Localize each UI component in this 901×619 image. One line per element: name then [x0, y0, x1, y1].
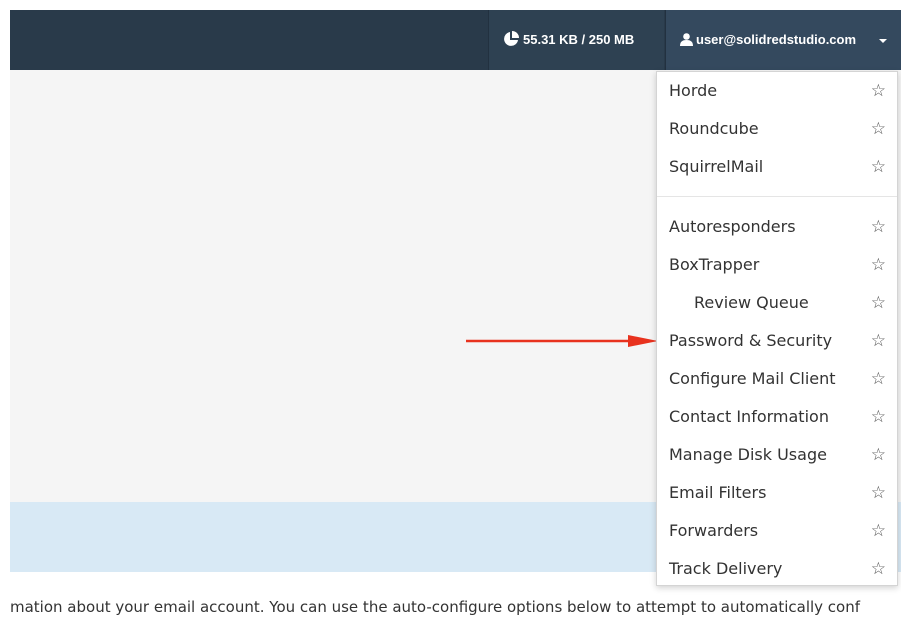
- menu-item-review-queue[interactable]: Review Queue ☆: [657, 284, 897, 322]
- menu-item-label: BoxTrapper: [669, 255, 760, 274]
- star-icon[interactable]: ☆: [871, 360, 886, 398]
- menu-item-label: Autoresponders: [669, 217, 796, 236]
- user-menu-toggle[interactable]: user@solidredstudio.com: [665, 10, 901, 70]
- menu-divider: [657, 196, 897, 197]
- menu-item-track-delivery[interactable]: Track Delivery ☆: [657, 550, 897, 588]
- red-arrow-annotation: [466, 335, 658, 347]
- caret-down-icon: [879, 39, 887, 43]
- star-icon[interactable]: ☆: [871, 110, 886, 148]
- menu-item-label: SquirrelMail: [669, 157, 764, 176]
- pie-chart-icon: [504, 31, 519, 46]
- menu-item-label: Manage Disk Usage: [669, 445, 827, 464]
- star-icon[interactable]: ☆: [871, 148, 886, 186]
- star-icon[interactable]: ☆: [871, 512, 886, 550]
- menu-item-roundcube[interactable]: Roundcube ☆: [657, 110, 897, 148]
- star-icon[interactable]: ☆: [871, 474, 886, 512]
- menu-item-squirrelmail[interactable]: SquirrelMail ☆: [657, 148, 897, 186]
- menu-item-contact-information[interactable]: Contact Information ☆: [657, 398, 897, 436]
- star-icon[interactable]: ☆: [871, 322, 886, 360]
- menu-item-label: Configure Mail Client: [669, 369, 836, 388]
- menu-item-label: Email Filters: [669, 483, 767, 502]
- star-icon[interactable]: ☆: [871, 246, 886, 284]
- menu-item-label: Forwarders: [669, 521, 759, 540]
- star-icon[interactable]: ☆: [871, 398, 886, 436]
- disk-usage-text: 55.31 KB / 250 MB: [523, 32, 635, 47]
- disk-usage-indicator[interactable]: 55.31 KB / 250 MB: [488, 10, 664, 70]
- user-icon: [680, 33, 693, 46]
- menu-item-autoresponders[interactable]: Autoresponders ☆: [657, 208, 897, 246]
- star-icon[interactable]: ☆: [871, 284, 886, 322]
- account-description-text: mation about your email account. You can…: [10, 598, 861, 616]
- menu-item-manage-disk-usage[interactable]: Manage Disk Usage ☆: [657, 436, 897, 474]
- menu-item-label: Contact Information: [669, 407, 829, 426]
- menu-item-label: Password & Security: [669, 331, 833, 350]
- star-icon[interactable]: ☆: [871, 72, 886, 110]
- menu-item-label: Roundcube: [669, 119, 759, 138]
- menu-item-label: Horde: [669, 81, 718, 100]
- menu-item-configure-mail-client[interactable]: Configure Mail Client ☆: [657, 360, 897, 398]
- menu-item-forwarders[interactable]: Forwarders ☆: [657, 512, 897, 550]
- user-dropdown-menu: Horde ☆ Roundcube ☆ SquirrelMail ☆ Autor…: [656, 71, 898, 586]
- menu-item-horde[interactable]: Horde ☆: [657, 72, 897, 110]
- star-icon[interactable]: ☆: [871, 436, 886, 474]
- menu-item-boxtrapper[interactable]: BoxTrapper ☆: [657, 246, 897, 284]
- menu-item-password-security[interactable]: Password & Security ☆: [657, 322, 897, 360]
- menu-item-label: Track Delivery: [669, 559, 783, 578]
- star-icon[interactable]: ☆: [871, 208, 886, 246]
- star-icon[interactable]: ☆: [871, 550, 886, 588]
- menu-item-label: Review Queue: [694, 293, 809, 312]
- top-navbar: 55.31 KB / 250 MB user@solidredstudio.co…: [10, 10, 901, 70]
- user-email: user@solidredstudio.com: [696, 32, 857, 47]
- menu-item-email-filters[interactable]: Email Filters ☆: [657, 474, 897, 512]
